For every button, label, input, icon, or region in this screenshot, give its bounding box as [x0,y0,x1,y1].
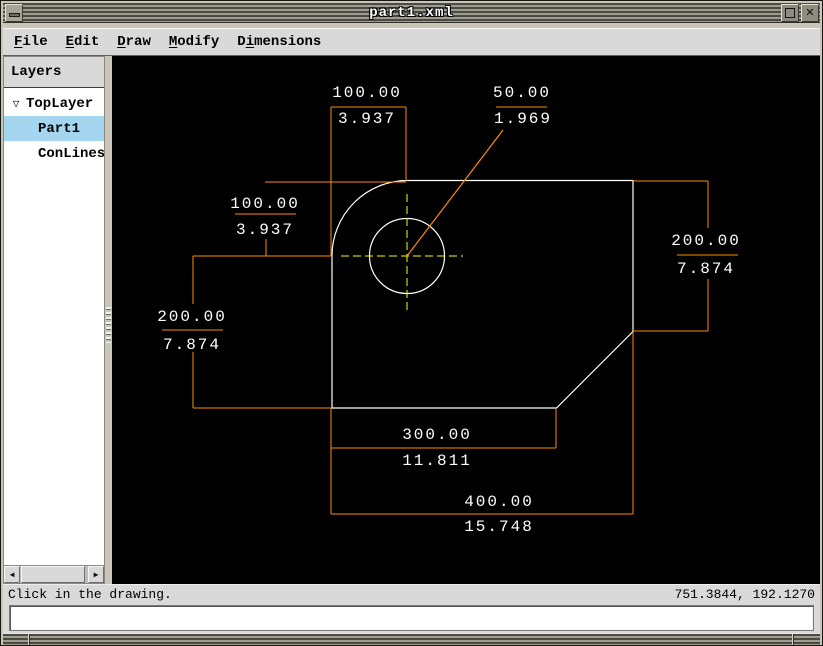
status-bar: Click in the drawing. 751.3844, 192.1270 [3,584,820,604]
tree-item-conlines[interactable]: ConLines [4,141,104,166]
dim-left-lower-alt: 7.874 [163,338,221,353]
menu-dimensions[interactable]: Dimensions [237,34,321,50]
layers-panel-title: Layers [4,57,104,88]
menu-modify[interactable]: Modify [169,34,219,50]
maximize-button[interactable] [781,4,799,22]
resize-grip-right[interactable] [792,634,794,645]
dim-left-lower-value: 200.00 [157,310,227,325]
command-input[interactable] [9,605,814,631]
title-bar[interactable]: part1.xml ✕ [3,3,820,23]
layer-label: TopLayer [26,96,93,112]
radius-leader-line [407,130,503,256]
dim-top-width-value: 100.00 [332,86,402,101]
part-outline [332,181,633,409]
dim-radius-alt: 1.969 [494,112,552,127]
coordinate-display: 751.3844, 192.1270 [675,587,815,602]
menu-draw[interactable]: Draw [117,34,151,50]
scroll-right-arrow-icon[interactable]: ▶ [88,566,104,583]
drawing-canvas[interactable]: 100.00 3.937 50.00 1.969 100.00 3.937 20… [112,56,820,584]
close-icon: ✕ [806,6,814,20]
menu-edit[interactable]: Edit [66,34,100,50]
layer-label: Part1 [38,121,80,137]
scrollbar-thumb[interactable] [21,566,85,583]
sash-grip-handle[interactable] [106,307,111,343]
window-resize-bar[interactable] [3,633,820,645]
dim-left-upper-alt: 3.937 [236,223,294,238]
layers-horizontal-scrollbar[interactable]: ◀ ▶ [4,565,104,583]
resize-grip-left[interactable] [28,634,30,645]
tree-item-part1[interactable]: Part1 [4,116,104,141]
command-entry-row [3,604,820,633]
application-window: part1.xml ✕ File Edit Draw Modify Dimens… [0,0,823,646]
dim-bottom-outer-value: 400.00 [464,495,534,510]
main-area: Layers ▽ TopLayer Part1 ConLines ◀ [3,56,820,584]
tree-item-toplayer[interactable]: ▽ TopLayer [4,91,104,116]
dim-left-upper-value: 100.00 [230,197,300,212]
scroll-left-arrow-icon[interactable]: ◀ [4,566,20,583]
dim-top-width-alt: 3.937 [338,112,396,127]
dim-bottom-inner-alt: 11.811 [402,454,472,469]
layers-panel: Layers ▽ TopLayer Part1 ConLines ◀ [3,56,105,584]
dim-bottom-outer-alt: 15.748 [464,520,534,535]
maximize-icon [785,8,795,18]
dim-bottom-inner-value: 300.00 [402,428,472,443]
menu-file[interactable]: File [14,34,48,50]
pane-divider [105,56,112,584]
dim-right-side-value: 200.00 [671,234,741,249]
expander-triangle-icon[interactable]: ▽ [4,97,26,111]
layer-label: ConLines [38,146,104,162]
window-title: part1.xml [3,5,820,21]
dim-radius-value: 50.00 [493,86,551,101]
dim-right-side-alt: 7.874 [677,262,735,277]
status-message: Click in the drawing. [8,587,172,602]
layer-tree: ▽ TopLayer Part1 ConLines [4,88,104,565]
menu-bar: File Edit Draw Modify Dimensions [3,28,820,56]
close-button[interactable]: ✕ [801,4,819,22]
